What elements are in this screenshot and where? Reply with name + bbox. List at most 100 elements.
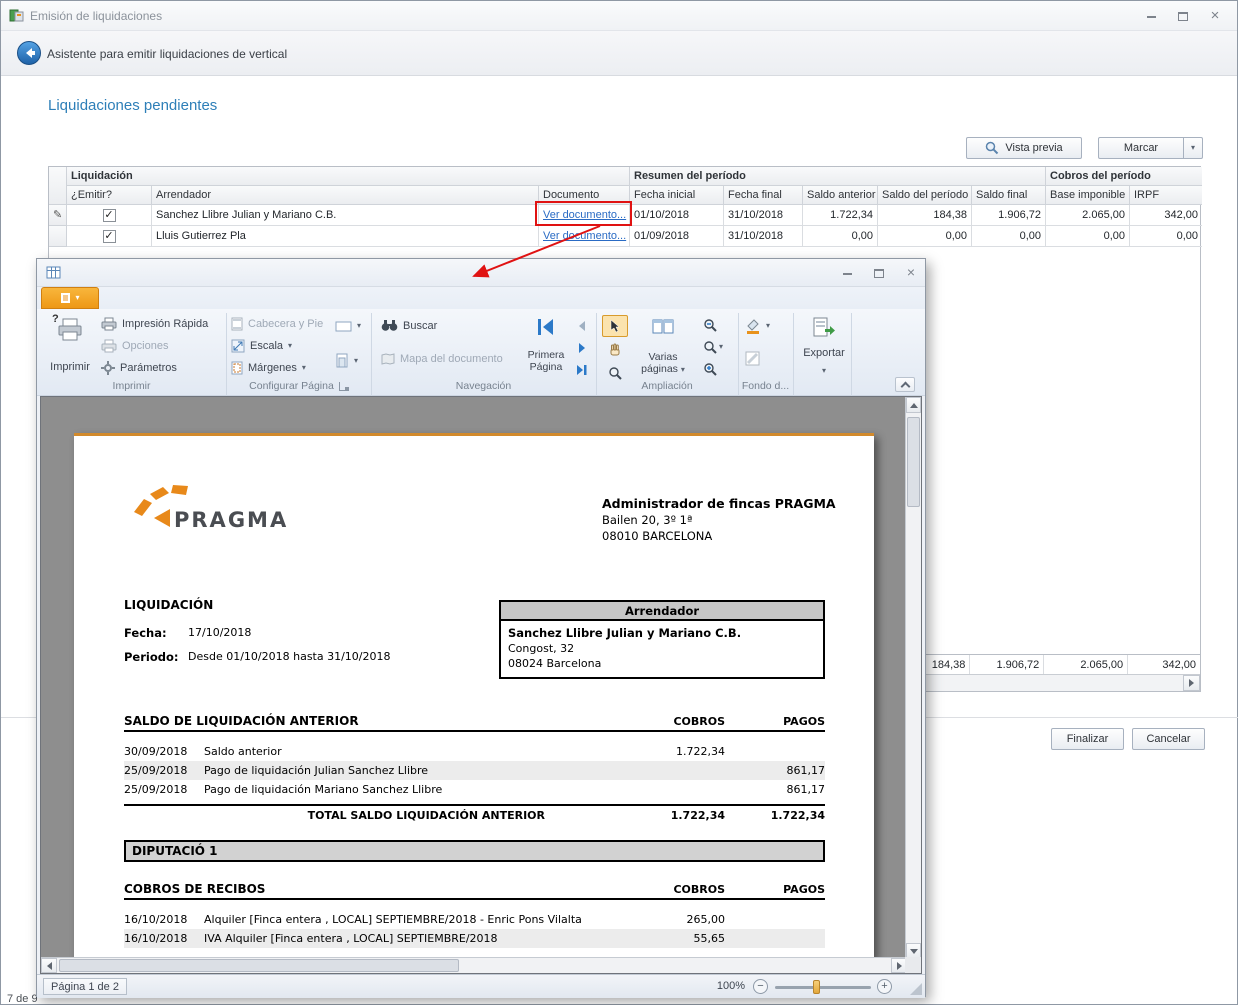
next-page-button[interactable] [571, 339, 593, 357]
minimize-button[interactable] [1139, 8, 1163, 24]
group-header-resumen[interactable]: Resumen del período [630, 167, 1046, 186]
cell-arrendador: Lluis Gutierrez Pla [152, 226, 539, 247]
col-emitir[interactable]: ¿Emitir? [67, 186, 152, 205]
group-header-cobros[interactable]: Cobros del período [1046, 167, 1202, 186]
zoom-in-button[interactable]: + [877, 979, 892, 994]
col-fecha-inicial[interactable]: Fecha inicial [630, 186, 724, 205]
col-saldo-periodo[interactable]: Saldo del período [878, 186, 972, 205]
zoom-out-button[interactable] [697, 316, 723, 334]
primera-pagina-button[interactable]: Primera Página [523, 313, 569, 377]
opciones-button[interactable]: Opciones [101, 339, 168, 353]
recibos-section: COBROS DE RECIBOS COBROS PAGOS 16/10/201… [124, 878, 825, 948]
zoom-slider-track[interactable] [775, 986, 871, 989]
scroll-up-button[interactable] [906, 397, 921, 413]
first-page-icon [535, 317, 557, 337]
zoom-out-button[interactable]: − [753, 979, 768, 994]
zoom-in-icon [703, 362, 717, 376]
scrollbar-corner [905, 957, 921, 973]
chevron-down-icon: ▾ [75, 294, 79, 302]
preview-close-button[interactable]: × [899, 264, 923, 280]
row-concepto: Saldo anterior [204, 745, 615, 758]
zoom-in-button[interactable] [697, 360, 723, 378]
scroll-left-icon [47, 962, 52, 970]
configurar-label-text: Configurar Página [249, 380, 334, 392]
paper-size-button[interactable]: ▾ [335, 353, 358, 368]
watermark-button[interactable] [745, 351, 760, 366]
close-button[interactable]: × [1203, 7, 1227, 23]
scroll-up-icon [910, 403, 918, 408]
preview-horizontal-scrollbar[interactable] [41, 957, 907, 973]
page-color-button[interactable]: ▾ [745, 317, 770, 334]
mapa-documento-label: Mapa del documento [400, 353, 503, 365]
impresion-rapida-button[interactable]: Impresión Rápida [101, 317, 208, 331]
chevron-down-icon: ▾ [766, 322, 770, 330]
col-base-imponible[interactable]: Base imponible [1046, 186, 1130, 205]
back-button[interactable] [17, 41, 41, 65]
preview-maximize-button[interactable] [867, 265, 891, 281]
binoculars-icon [381, 319, 398, 332]
preview-vertical-scrollbar[interactable] [905, 397, 921, 959]
total-base-imponible: 2.065,00 [1044, 655, 1128, 674]
scrollbar-thumb[interactable] [59, 959, 459, 972]
app-icon [9, 8, 24, 26]
check-icon: ✓ [104, 230, 113, 242]
scroll-right-button[interactable] [1183, 675, 1200, 691]
gear-icon [101, 361, 115, 375]
ver-documento-link[interactable]: Ver documento... [543, 230, 626, 242]
resize-grip[interactable] [910, 983, 922, 995]
cabecera-pie-button[interactable]: Cabecera y Pie [231, 317, 323, 331]
col-fecha-final[interactable]: Fecha final [724, 186, 803, 205]
imprimir-button[interactable]: ? Imprimir [43, 313, 97, 377]
emitir-checkbox[interactable]: ✓ [103, 230, 116, 243]
marcar-label: Marcar [1099, 142, 1183, 154]
saldo-row: 30/09/2018 Saldo anterior 1.722,34 [124, 742, 825, 761]
row-cobros: 55,65 [615, 932, 725, 945]
col-saldo-final[interactable]: Saldo final [972, 186, 1046, 205]
printer-icon: ? [56, 317, 84, 344]
zoom-level-button[interactable]: ▾ [697, 338, 729, 356]
finalizar-label: Finalizar [1067, 733, 1109, 745]
cell-base-imponible: 2.065,00 [1046, 205, 1130, 226]
group-header-liquidacion[interactable]: Liquidación [67, 167, 630, 186]
col-arrendador[interactable]: Arrendador [152, 186, 539, 205]
margenes-button[interactable]: Márgenes ▾ [231, 361, 306, 375]
marcar-dropdown[interactable]: ▾ [1183, 138, 1202, 158]
group-label-ampliacion: Ampliación [596, 380, 738, 392]
row-fecha: 16/10/2018 [124, 913, 204, 926]
zoom-icon [703, 340, 717, 354]
parametros-button[interactable]: Parámetros [101, 361, 177, 375]
recibos-row: 16/10/2018 Alquiler [Finca entera , LOCA… [124, 910, 825, 929]
varias-paginas-button[interactable]: Varias páginas ▾ [635, 313, 691, 379]
mapa-documento-button[interactable]: Mapa del documento [381, 353, 503, 365]
finalizar-button[interactable]: Finalizar [1051, 728, 1124, 750]
group-label-imprimir: Imprimir [37, 380, 226, 392]
file-menu-tab[interactable]: ▾ [41, 287, 99, 309]
recibos-title: COBROS DE RECIBOS [124, 882, 615, 896]
preview-minimize-button[interactable] [835, 265, 859, 281]
previous-page-button[interactable] [571, 317, 593, 335]
chevron-down-icon: ▾ [357, 322, 361, 330]
exportar-button[interactable]: Exportar ▾ [799, 313, 849, 379]
last-page-button[interactable] [571, 361, 593, 379]
hand-tool-button[interactable] [602, 339, 628, 361]
orientation-button[interactable]: ▾ [335, 319, 361, 333]
emitir-checkbox[interactable]: ✓ [103, 209, 116, 222]
row-concepto: IVA Alquiler [Finca entera , LOCAL] SEPT… [204, 932, 615, 945]
cell-saldo-anterior: 1.722,34 [803, 205, 878, 226]
col-irpf[interactable]: IRPF [1130, 186, 1202, 205]
vista-previa-button[interactable]: Vista previa [966, 137, 1082, 159]
cancelar-button[interactable]: Cancelar [1132, 728, 1205, 750]
table-row[interactable]: ✓ Lluis Gutierrez Pla Ver documento... 0… [49, 226, 1202, 247]
maximize-button[interactable] [1171, 8, 1195, 24]
collapse-ribbon-button[interactable] [895, 377, 915, 392]
col-saldo-anterior[interactable]: Saldo anterior [803, 186, 878, 205]
dialog-launcher-icon[interactable] [339, 382, 348, 391]
pointer-tool-button[interactable] [602, 315, 628, 337]
escala-button[interactable]: Escala ▾ [231, 339, 292, 353]
zoom-slider-thumb[interactable] [813, 980, 820, 994]
scroll-left-button[interactable] [41, 958, 57, 973]
scrollbar-thumb[interactable] [907, 417, 920, 507]
marcar-button[interactable]: Marcar ▾ [1098, 137, 1203, 159]
buscar-button[interactable]: Buscar [381, 319, 437, 332]
row-pagos: 861,17 [725, 783, 825, 796]
